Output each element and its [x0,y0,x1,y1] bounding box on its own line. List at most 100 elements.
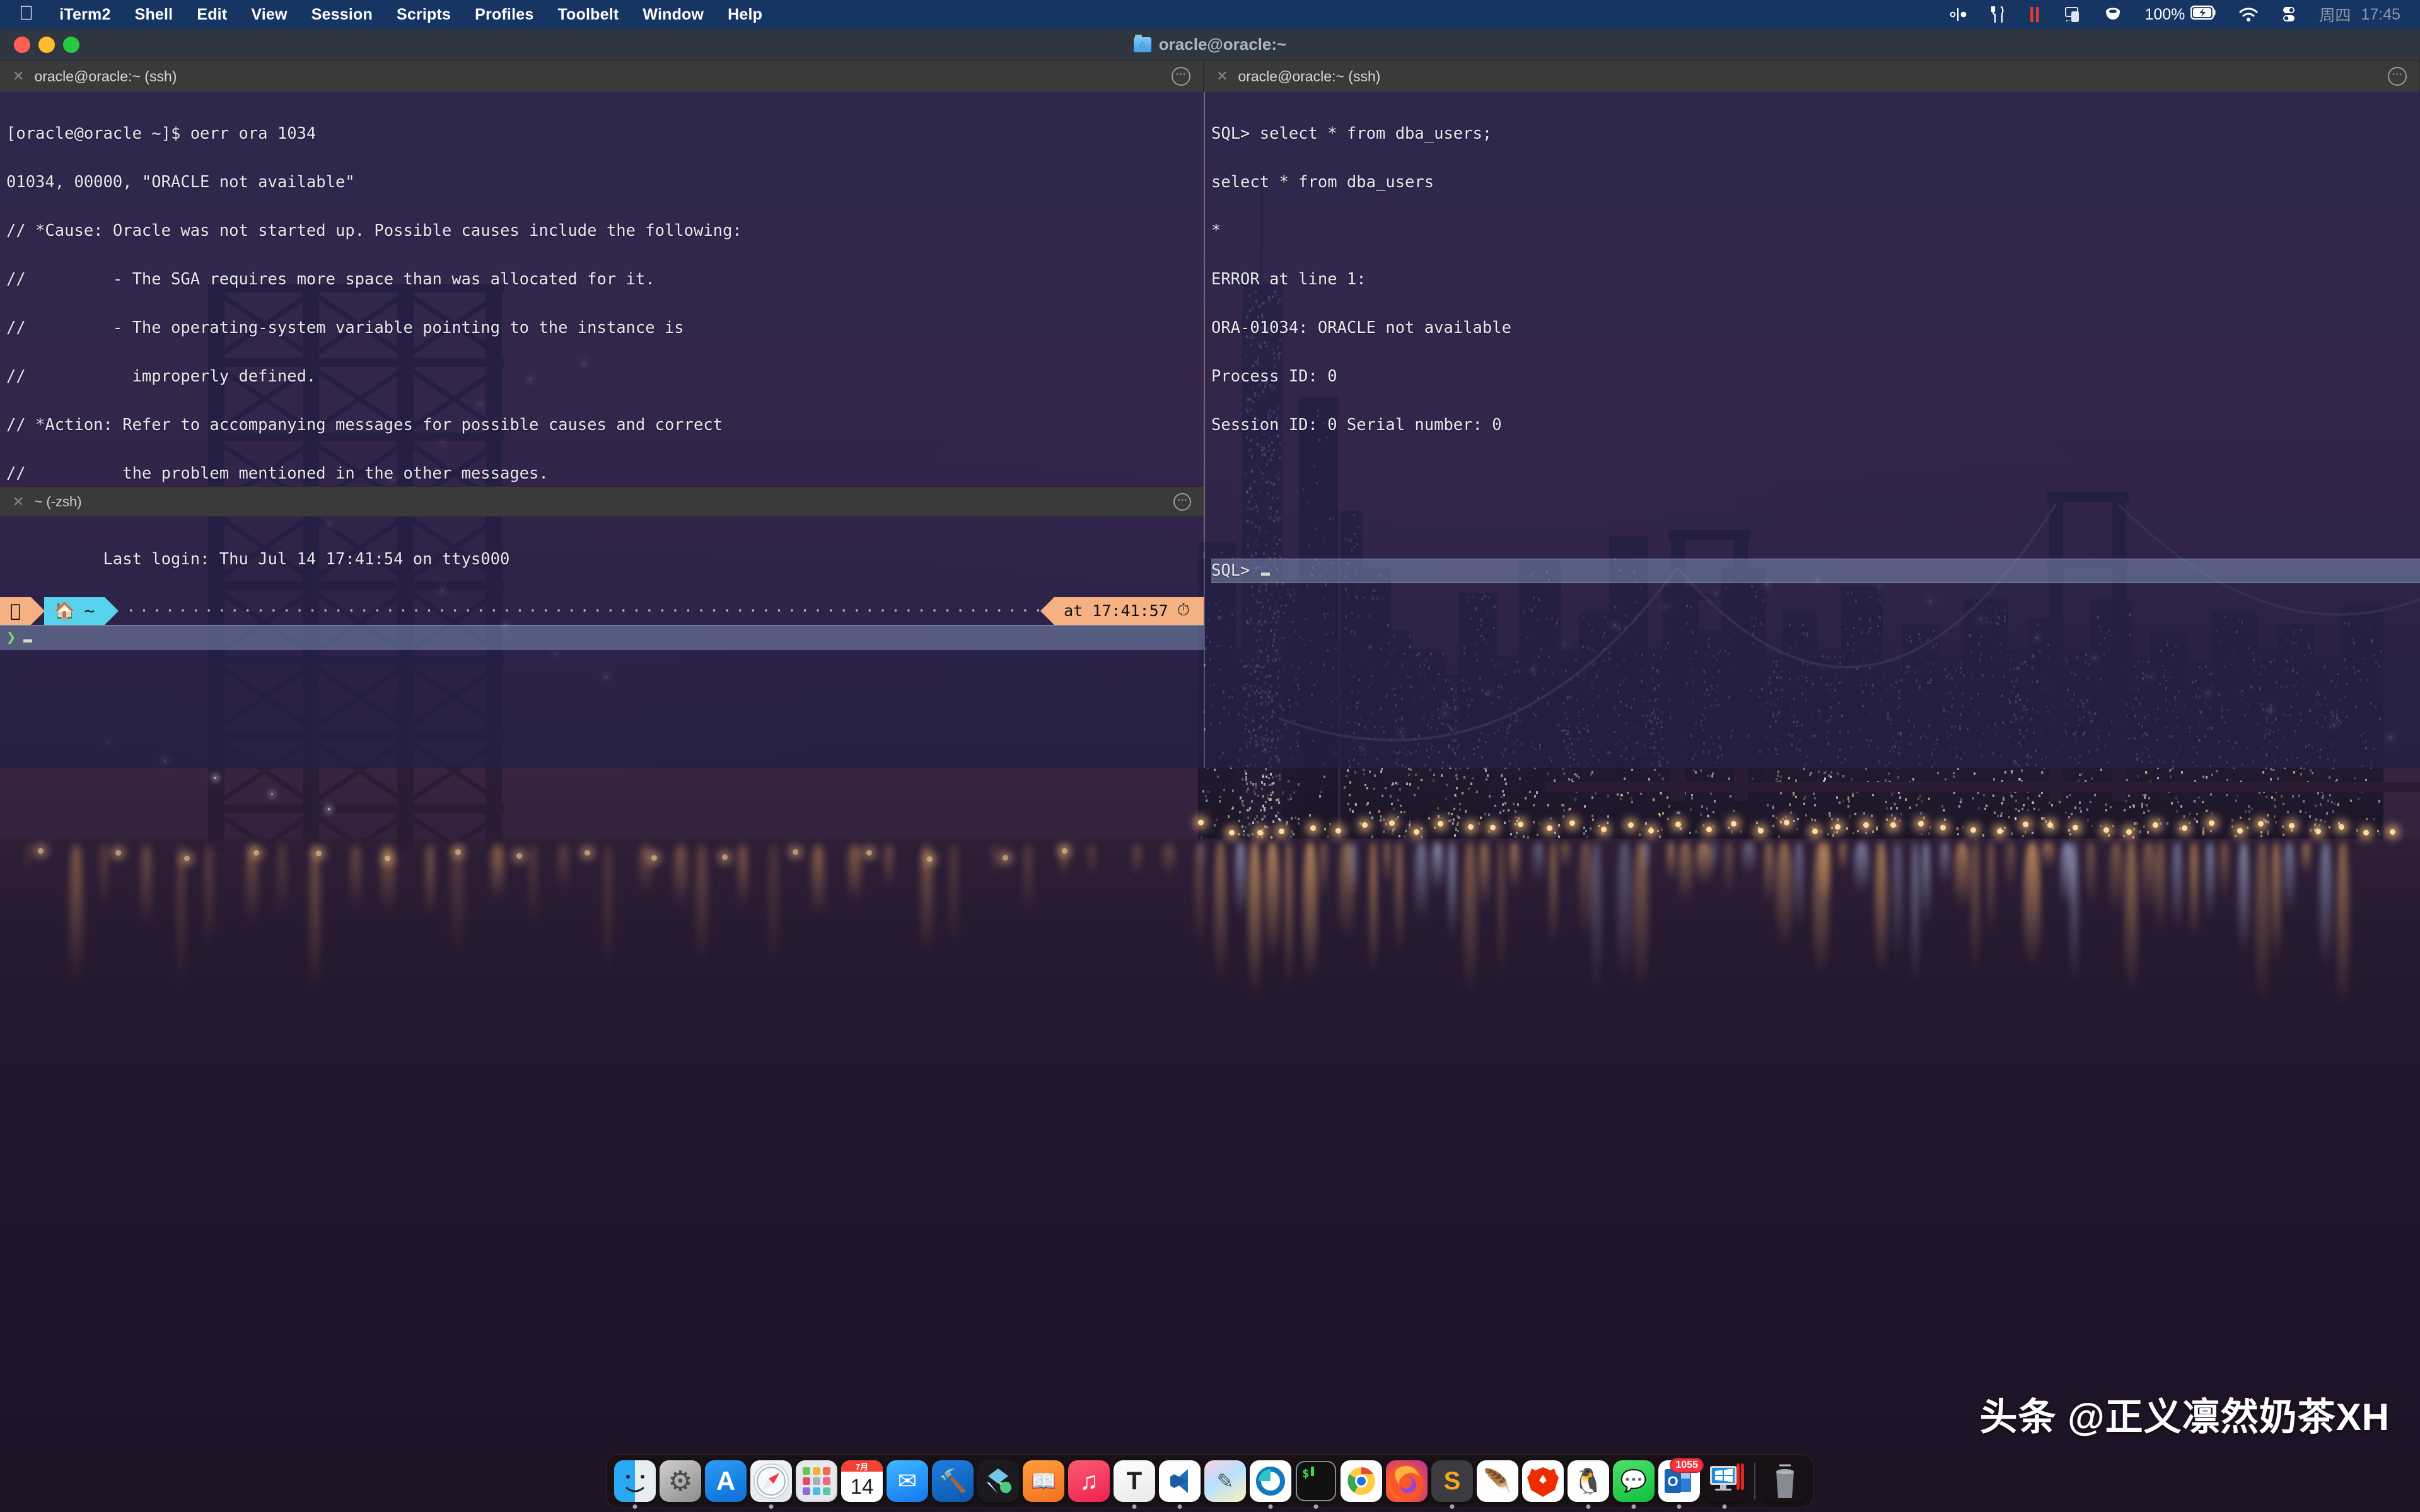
term-line: 01034, 00000, "ORACLE not available" [6,172,355,192]
macos-dock: ⚙ A 7月 14 ✉ 🔨 📖 ♫ T ✎ $ S 🪶 🐧 💬 O 1055 [606,1454,1814,1508]
dock-item-wechat[interactable]: 💬 [1613,1460,1655,1502]
wifi-icon[interactable] [2228,6,2269,23]
dock-item-microsoft-edge[interactable] [1250,1460,1291,1502]
menu-view[interactable]: View [239,6,299,24]
dock-item-xcode[interactable]: 🔨 [932,1460,974,1502]
menu-bar-status-area: 100% 周四 17:45 [1938,3,2411,26]
zsh-pane-header[interactable]: ✕ ~ (-zsh) ⋯ [0,486,1204,516]
dock-item-sketch[interactable] [977,1460,1019,1502]
dock-item-music[interactable]: ♫ [1068,1460,1110,1502]
dock-item-parallels-windows[interactable] [1704,1460,1745,1502]
battery-percent-label: 100% [2144,5,2185,23]
dock-item-firefox[interactable] [1386,1460,1428,1502]
bluetooth-audio-icon[interactable] [1938,6,1979,23]
battery-status[interactable]: 100% [2134,5,2228,25]
menu-help[interactable]: Help [716,6,774,24]
pause-bars-icon[interactable] [2016,6,2053,23]
dock-item-brave[interactable] [1522,1460,1564,1502]
left-pane-column: [oracle@oracle ~]$ oerr ora 1034 01034, … [0,92,1204,768]
menu-edit[interactable]: Edit [185,6,239,24]
dock-item-launchpad[interactable] [796,1460,837,1502]
tab-left-ssh[interactable]: ✕ oracle@oracle:~ (ssh) ⋯ [0,61,1204,92]
menu-profiles[interactable]: Profiles [463,6,545,24]
dock-separator [1754,1463,1755,1499]
menu-shell[interactable]: Shell [123,6,185,24]
p10k-arrow-dir [105,596,119,625]
dock-item-trash[interactable] [1764,1460,1806,1502]
dock-item-safari[interactable] [750,1460,792,1502]
menu-session[interactable]: Session [300,6,385,24]
zsh-prompt-symbol: ❯ [6,627,16,647]
zsh-active-prompt[interactable]: ❯ [0,624,1204,650]
p10k-dir-label: ~ [84,600,95,621]
term-line: // the problem mentioned in the other me… [6,463,549,483]
terminal-output-left: [oracle@oracle ~]$ oerr ora 1034 01034, … [0,92,1204,486]
dock-item-qq[interactable]: 🐧 [1568,1460,1609,1502]
term-line: SQL> select * from dba_users; [1211,124,1492,143]
battery-charging-icon [2190,5,2217,25]
dock-item-app-store[interactable]: A [705,1460,747,1502]
clock-icon: ⏱ [1177,601,1190,620]
tab-options-icon[interactable]: ⋯ [1173,492,1191,511]
window-title-text: oracle@oracle:~ [1158,35,1287,54]
dock-item-finder[interactable] [614,1460,656,1502]
pane-oerr-output[interactable]: [oracle@oracle ~]$ oerr ora 1034 01034, … [0,92,1204,486]
home-folder-icon: ⌂ [1133,34,1151,52]
active-prompt-line: SQL> [1211,558,2420,583]
term-line: [oracle@oracle ~]$ oerr ora 1034 [6,124,317,143]
dock-item-terminal[interactable]: $ [1295,1460,1337,1502]
fork-knife-icon[interactable] [1979,6,2016,23]
p10k-arrow-os [30,596,45,625]
p10k-time-segment: at 17:41:57 ⏱ [1054,596,1204,625]
close-tab-icon[interactable]: ✕ [1216,68,1228,84]
dock-item-books[interactable]: 📖 [1023,1460,1064,1502]
menu-window[interactable]: Window [631,6,716,24]
dock-item-sublime-text[interactable]: S [1431,1460,1473,1502]
zsh-pane-title: ~ (-zsh) [34,493,82,509]
tab-title: oracle@oracle:~ (ssh) [1238,67,1381,84]
tab-right-ssh[interactable]: ✕ oracle@oracle:~ (ssh) ⋯ [1204,61,2420,92]
menu-toolbelt[interactable]: Toolbelt [545,6,631,24]
pane-sqlplus[interactable]: SQL> select * from dba_users; select * f… [1205,92,2420,768]
control-center-icon[interactable] [2269,6,2308,23]
coffee-cup-icon[interactable] [2093,6,2134,23]
screen-mirror-icon[interactable] [2053,6,2093,23]
terminal-prompt-right[interactable]: SQL> [1205,510,2420,632]
window-title: ⌂ oracle@oracle:~ [0,34,2420,54]
dock-item-bear[interactable]: 🪶 [1477,1460,1518,1502]
term-line: // *Action: Refer to accompanying messag… [6,415,723,434]
powerlevel10k-prompt:  🏠 ~ ··································… [0,596,1204,625]
dock-item-system-preferences[interactable]: ⚙ [660,1460,701,1502]
term-line: // *Cause: Oracle was not started up. Po… [6,221,742,240]
home-icon: 🏠 [44,601,76,621]
term-line: ORA-01034: ORACLE not available [1211,318,1511,337]
dock-item-calendar[interactable]: 7月 14 [841,1460,883,1502]
menu-iterm2[interactable]: iTerm2 [47,6,122,24]
watermark-text: 头条 @正义凛然奶茶XH [1979,1396,2390,1438]
window-titlebar: ⌂ oracle@oracle:~ [0,29,2420,61]
close-tab-icon[interactable]: ✕ [13,68,24,84]
apple-logo-icon[interactable]:  [9,2,47,28]
menu-scripts[interactable]: Scripts [385,6,463,24]
dock-item-google-chrome[interactable] [1341,1460,1382,1502]
menu-clock[interactable]: 周四 17:45 [2308,3,2411,26]
clock-day: 周四 [2319,7,2351,25]
dock-item-preview[interactable]: ✎ [1204,1460,1246,1502]
zsh-last-login: Last login: Thu Jul 14 17:41:54 on ttys0… [0,516,1204,596]
dock-item-textedit[interactable]: T [1114,1460,1155,1502]
tab-options-icon[interactable]: ⋯ [2388,67,2407,86]
text-cursor [1260,572,1270,576]
term-line: select * from dba_users [1211,172,1434,192]
dock-badge: 1055 [1670,1458,1704,1473]
svg-text:O: O [1667,1474,1678,1489]
dock-item-mail[interactable]: ✉ [887,1460,928,1502]
close-tab-icon[interactable]: ✕ [13,494,24,510]
tab-bar: ✕ oracle@oracle:~ (ssh) ⋯ ✕ oracle@oracl… [0,61,2420,92]
term-line: // improperly defined. [6,366,317,386]
pane-local-zsh[interactable]: ✕ ~ (-zsh) ⋯ Last login: Thu Jul 14 17:4… [0,486,1204,768]
dock-item-outlook[interactable]: O 1055 [1658,1458,1704,1502]
p10k-os-segment:  [0,596,31,625]
term-line: ERROR at line 1: [1211,269,1366,289]
tab-options-icon[interactable]: ⋯ [1172,67,1190,86]
dock-item-vscode[interactable] [1159,1460,1201,1502]
